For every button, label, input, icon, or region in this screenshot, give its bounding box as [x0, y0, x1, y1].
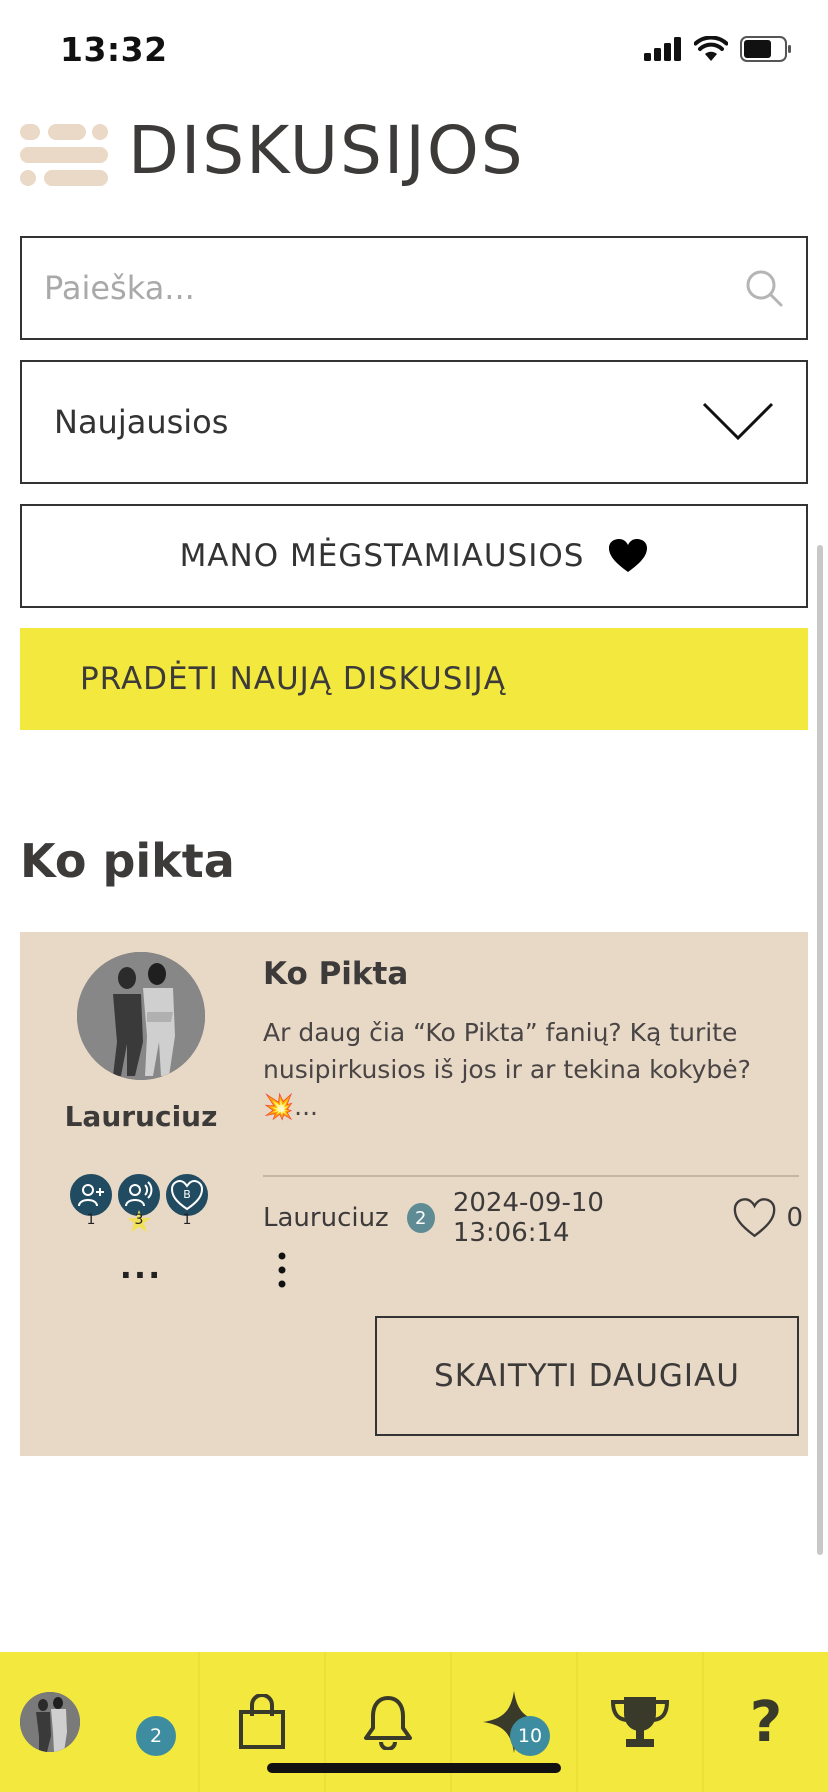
meta-author[interactable]: Lauruciuz	[263, 1203, 389, 1233]
profile-avatar	[20, 1692, 80, 1752]
home-indicator	[267, 1763, 561, 1773]
wifi-icon	[694, 36, 728, 61]
trophy-icon	[610, 1697, 670, 1747]
my-favorites-button[interactable]: MANO MĖGSTAMIAUSIOS	[20, 504, 808, 608]
badge-letter: B	[183, 1188, 191, 1201]
badge-count: 1	[182, 1212, 192, 1228]
user-level-badge: 2	[406, 1203, 435, 1233]
sort-dropdown[interactable]: Naujausios	[20, 360, 808, 484]
scrollbar[interactable]	[817, 545, 823, 1555]
search-icon[interactable]	[744, 268, 784, 308]
status-icons	[644, 36, 792, 62]
search-box	[20, 236, 808, 340]
battery-icon	[740, 36, 791, 62]
tab-trophy[interactable]	[576, 1652, 702, 1792]
chevron-down-icon	[702, 402, 774, 441]
like-count: 0	[786, 1203, 803, 1233]
heart-outline-icon[interactable]	[733, 1196, 776, 1240]
sort-selected-value: Naujausios	[54, 403, 229, 441]
status-bar: 13:32	[0, 0, 828, 100]
discussion-excerpt: Ar daug čia “Ko Pikta” fanių? Ką turite …	[263, 1018, 751, 1121]
heart-filled-icon	[609, 539, 648, 572]
bell-icon	[364, 1696, 412, 1750]
new-discussion-label: PRADĖTI NAUJĄ DISKUSIJĄ	[80, 661, 506, 697]
stars-count-badge: 10	[510, 1716, 550, 1756]
vertical-dots-menu-icon[interactable]	[272, 1250, 292, 1290]
more-badges-button[interactable]: ...	[20, 1248, 262, 1286]
my-favorites-label: MANO MĖGSTAMIAUSIOS	[179, 538, 585, 574]
section-title: Ko pikta	[20, 834, 235, 888]
help-icon: ?	[749, 1689, 783, 1755]
read-more-button[interactable]: SKAITYTI DAUGIAU	[375, 1316, 799, 1436]
page-title: DISKUSIJOS	[128, 112, 525, 189]
badge-count: 3	[134, 1212, 144, 1228]
author-avatar[interactable]	[77, 952, 205, 1080]
tab-help[interactable]: ?	[702, 1652, 828, 1792]
author-name[interactable]: Lauruciuz	[20, 1100, 262, 1133]
cellular-signal-icon	[644, 37, 681, 61]
discussion-card: Lauruciuz 1 3 B 1 ... Ko Pikta Ar daug č…	[20, 932, 808, 1456]
divider	[263, 1175, 799, 1177]
hamburger-menu-icon[interactable]	[20, 116, 108, 186]
tab-profile[interactable]: 2	[0, 1652, 198, 1792]
discussion-title[interactable]: Ko Pikta	[263, 956, 408, 992]
profile-notification-badge: 2	[136, 1716, 176, 1756]
shopping-bag-icon	[239, 1694, 285, 1749]
author-badges: 1 3 B 1	[68, 1172, 218, 1232]
page-header: DISKUSIJOS	[20, 112, 525, 189]
badge-count: 1	[86, 1212, 96, 1228]
status-time: 13:32	[60, 30, 168, 69]
discussion-meta: Lauruciuz 2 2024-09-10 13:06:14 0	[263, 1188, 803, 1248]
search-input[interactable]	[44, 269, 744, 307]
post-date: 2024-09-10 13:06:14	[452, 1188, 604, 1248]
new-discussion-button[interactable]: PRADĖTI NAUJĄ DISKUSIJĄ	[20, 628, 808, 730]
